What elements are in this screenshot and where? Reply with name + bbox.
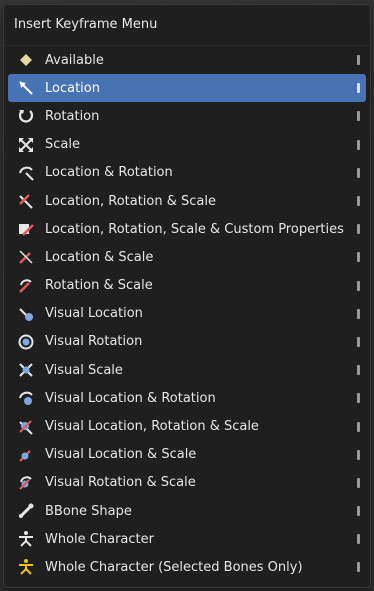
menu-item-available[interactable]: Available [8, 46, 366, 74]
insert-keyframe-menu: Insert Keyframe Menu Available Location … [3, 4, 371, 588]
custom-properties-icon [16, 219, 36, 239]
visual-rotation-scale-icon [16, 473, 36, 493]
menu-item-label: Visual Location [45, 306, 143, 322]
shortcut-indicator [357, 252, 360, 263]
menu-item-label: Visual Rotation & Scale [45, 475, 196, 491]
menu-item-scale[interactable]: Scale [8, 131, 366, 159]
shortcut-indicator [357, 506, 360, 517]
menu-item-label: Location & Scale [45, 249, 154, 265]
location-scale-icon [16, 247, 36, 267]
shortcut-indicator [357, 562, 360, 573]
shortcut-indicator [357, 83, 360, 94]
shortcut-indicator [357, 167, 360, 178]
menu-item-label: BBone Shape [45, 503, 132, 519]
shortcut-indicator [357, 477, 360, 488]
visual-location-scale-icon [16, 445, 36, 465]
menu-item-whole-character-selected[interactable]: Whole Character (Selected Bones Only) [8, 553, 366, 581]
menu-item-visual-location-rotation-scale[interactable]: Visual Location, Rotation & Scale [8, 412, 366, 440]
location-rotation-icon [16, 163, 36, 183]
menu-item-label: Visual Location & Scale [45, 447, 197, 463]
menu-item-location-rotation-scale[interactable]: Location, Rotation & Scale [8, 187, 366, 215]
menu-item-rotation[interactable]: Rotation [8, 102, 366, 130]
menu-item-whole-character[interactable]: Whole Character [8, 525, 366, 553]
menu-item-label: Location & Rotation [45, 165, 173, 181]
diamond-icon [16, 50, 36, 70]
shortcut-indicator [357, 224, 360, 235]
shortcut-indicator [357, 365, 360, 376]
shortcut-indicator [357, 139, 360, 150]
menu-item-label: Visual Location, Rotation & Scale [45, 419, 259, 435]
menu-item-label: Rotation & Scale [45, 278, 153, 294]
shortcut-indicator [357, 111, 360, 122]
menu-item-label: Location [45, 80, 100, 96]
menu-title: Insert Keyframe Menu [4, 5, 370, 46]
armature-icon [16, 529, 36, 549]
scale-icon [16, 135, 36, 155]
menu-item-label: Whole Character (Selected Bones Only) [45, 559, 303, 575]
menu-item-visual-rotation-scale[interactable]: Visual Rotation & Scale [8, 469, 366, 497]
shortcut-indicator [357, 55, 360, 66]
menu-item-location-rotation[interactable]: Location & Rotation [8, 159, 366, 187]
menu-item-bbone-shape[interactable]: BBone Shape [8, 497, 366, 525]
shortcut-indicator [357, 449, 360, 460]
shortcut-indicator [357, 421, 360, 432]
menu-item-custom-properties[interactable]: Location, Rotation, Scale & Custom Prope… [8, 215, 366, 243]
shortcut-indicator [357, 280, 360, 291]
menu-item-visual-rotation[interactable]: Visual Rotation [8, 328, 366, 356]
menu-item-label: Rotation [45, 108, 100, 124]
menu-item-visual-location-rotation[interactable]: Visual Location & Rotation [8, 384, 366, 412]
visual-rotation-icon [16, 332, 36, 352]
menu-item-visual-location-scale[interactable]: Visual Location & Scale [8, 441, 366, 469]
rotation-scale-icon [16, 276, 36, 296]
shortcut-indicator [357, 196, 360, 207]
menu-item-visual-scale[interactable]: Visual Scale [8, 356, 366, 384]
location-rotation-scale-icon [16, 191, 36, 211]
shortcut-indicator [357, 534, 360, 545]
location-icon [16, 78, 36, 98]
rotation-icon [16, 106, 36, 126]
menu-item-visual-location[interactable]: Visual Location [8, 300, 366, 328]
shortcut-indicator [357, 336, 360, 347]
menu-item-location-scale[interactable]: Location & Scale [8, 243, 366, 271]
visual-location-icon [16, 304, 36, 324]
shortcut-indicator [357, 308, 360, 319]
menu-item-rotation-scale[interactable]: Rotation & Scale [8, 272, 366, 300]
menu-item-label: Visual Rotation [45, 334, 143, 350]
menu-item-label: Whole Character [45, 531, 154, 547]
shortcut-indicator [357, 393, 360, 404]
armature-selected-icon [16, 557, 36, 577]
menu-item-label: Location, Rotation & Scale [45, 193, 216, 209]
visual-location-rotation-icon [16, 388, 36, 408]
menu-item-label: Visual Scale [45, 362, 123, 378]
bbone-icon [16, 501, 36, 521]
menu-item-label: Scale [45, 137, 80, 153]
menu-items: Available Location Rotation Scale Locati… [4, 46, 370, 582]
menu-item-location[interactable]: Location [8, 74, 366, 103]
menu-item-label: Visual Location & Rotation [45, 390, 216, 406]
visual-scale-icon [16, 360, 36, 380]
menu-item-label: Location, Rotation, Scale & Custom Prope… [45, 221, 344, 237]
menu-item-label: Available [45, 52, 104, 68]
visual-location-rotation-scale-icon [16, 417, 36, 437]
